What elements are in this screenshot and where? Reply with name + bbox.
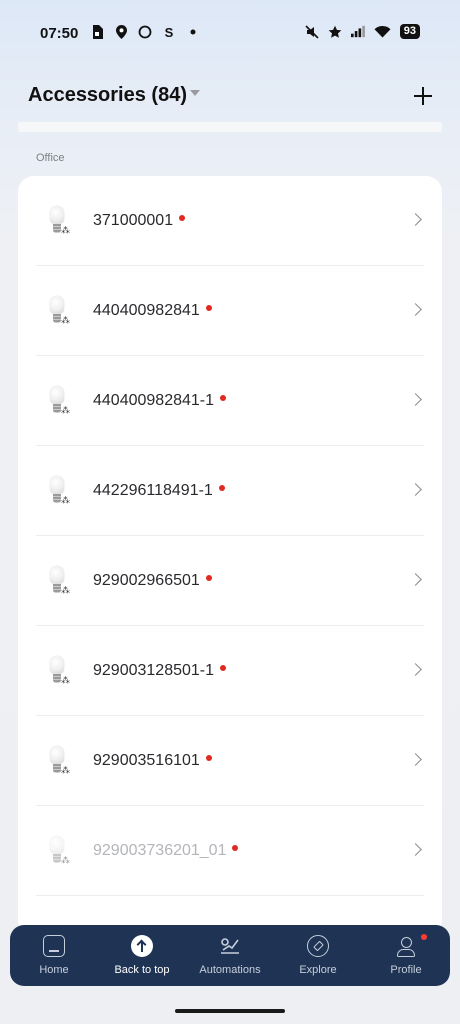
accessory-name: 440400982841-1 <box>93 392 215 409</box>
status-left-icons: S <box>90 24 200 40</box>
bulb-icon: ⁂ <box>46 296 72 330</box>
s-app-icon: S <box>164 24 174 40</box>
circle-icon <box>138 25 152 39</box>
automations-icon <box>219 935 241 957</box>
alert-dot-icon <box>218 484 225 491</box>
home-icon <box>43 935 65 957</box>
bulb-icon: ⁂ <box>46 836 72 870</box>
notification-badge <box>421 934 427 940</box>
signal-icon <box>350 25 365 39</box>
chevron-right-icon <box>409 663 422 676</box>
arrow-up-icon <box>131 935 153 957</box>
accessory-name: 442296118491-1 <box>93 482 213 499</box>
chevron-right-icon <box>409 753 422 766</box>
bulb-icon: ⁂ <box>46 656 72 690</box>
alert-dot-icon <box>179 214 186 221</box>
status-bar: 07:50 S 93 <box>0 0 460 68</box>
nav-label: Automations <box>199 964 261 976</box>
home-indicator[interactable] <box>175 1009 285 1013</box>
accessory-row[interactable]: ⁂ 929002966501 <box>18 536 442 626</box>
page-header: Accessories (84) <box>28 80 438 112</box>
alert-dot-icon <box>205 574 212 581</box>
section-label: Office <box>36 152 65 164</box>
nav-label: Back to top <box>114 964 170 976</box>
compass-icon <box>307 935 329 957</box>
nav-profile[interactable]: Profile <box>362 925 450 986</box>
nav-explore[interactable]: Explore <box>274 925 362 986</box>
location-icon <box>114 25 128 39</box>
nav-home[interactable]: Home <box>10 925 98 986</box>
alert-dot-icon <box>232 844 239 851</box>
nav-label: Profile <box>390 964 422 976</box>
alert-dot-icon <box>220 394 227 401</box>
bulb-icon: ⁂ <box>46 476 72 510</box>
chevron-right-icon <box>409 303 422 316</box>
accessory-name: 929003128501-1 <box>93 662 215 679</box>
accessory-row[interactable]: ⁂ 929003736201_01 <box>18 806 442 896</box>
accessory-name: 929003736201_01 <box>93 842 227 859</box>
accessory-row[interactable]: ⁂ 371000001 <box>18 176 442 266</box>
mute-vibrate-icon <box>305 24 319 39</box>
divider <box>36 895 424 896</box>
accessory-name: 929002966501 <box>93 572 200 589</box>
nav-automations[interactable]: Automations <box>186 925 274 986</box>
profile-icon <box>395 935 417 957</box>
accessory-name: 371000001 <box>93 212 174 229</box>
star-icon <box>328 25 342 39</box>
status-time: 07:50 <box>40 25 79 42</box>
accessory-row[interactable]: ⁂ 440400982841 <box>18 266 442 356</box>
chevron-right-icon <box>409 843 422 856</box>
accessory-name: 440400982841 <box>93 302 200 319</box>
bulb-icon: ⁂ <box>46 386 72 420</box>
add-accessory-button[interactable] <box>406 80 438 112</box>
filter-bar <box>18 122 442 132</box>
dot-icon <box>186 25 200 39</box>
chevron-right-icon <box>409 393 422 406</box>
bulb-icon: ⁂ <box>46 566 72 600</box>
alert-dot-icon <box>205 754 212 761</box>
bulb-icon: ⁂ <box>46 206 72 240</box>
accessory-row[interactable]: ⁂ 440400982841-1 <box>18 356 442 446</box>
chevron-right-icon <box>409 213 422 226</box>
accessory-row[interactable]: ⁂ 929003516101 <box>18 716 442 806</box>
bulb-icon: ⁂ <box>46 746 72 780</box>
alert-dot-icon <box>205 304 212 311</box>
chevron-right-icon <box>409 483 422 496</box>
alert-dot-icon <box>220 664 227 671</box>
bottom-nav: Home Back to top Automations Explore Pro… <box>10 925 450 986</box>
nav-label: Explore <box>299 964 337 976</box>
nav-back-to-top[interactable]: Back to top <box>98 925 186 986</box>
status-right-icons: 93 <box>305 24 420 39</box>
accessory-row[interactable]: ⁂ 442296118491-1 <box>18 446 442 536</box>
accessory-list: ⁂ 371000001 ⁂ 440400982841 ⁂ 44040098284… <box>18 176 442 936</box>
accessory-row[interactable]: ⁂ 929003128501-1 <box>18 626 442 716</box>
page-title[interactable]: Accessories (84) <box>28 84 187 107</box>
battery-indicator: 93 <box>399 24 420 39</box>
nav-label: Home <box>39 964 69 976</box>
chevron-right-icon <box>409 573 422 586</box>
sim-card-icon <box>90 25 104 39</box>
wifi-icon <box>374 25 391 39</box>
caret-down-icon[interactable] <box>190 90 200 96</box>
accessory-name: 929003516101 <box>93 752 200 769</box>
